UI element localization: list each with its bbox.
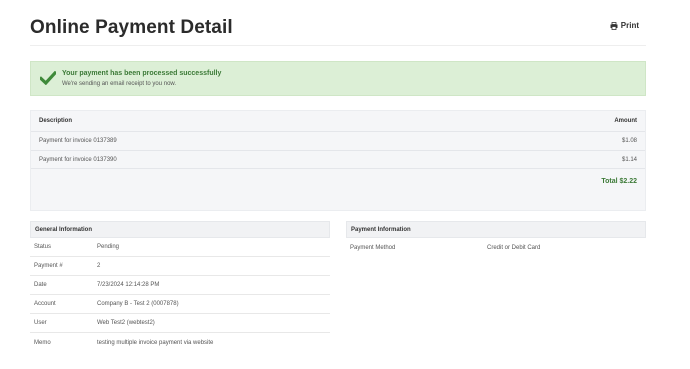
table-row: Payment for invoice 0137389 $1.08 bbox=[31, 131, 645, 150]
print-label: Print bbox=[620, 21, 639, 30]
info-label: Payment Method bbox=[350, 244, 396, 251]
info-row-user: User Web Test2 (webtest2) bbox=[30, 314, 330, 333]
info-row-payment-number: Payment # 2 bbox=[30, 257, 330, 276]
info-row-date: Date 7/23/2024 12:14:28 PM bbox=[30, 276, 330, 295]
info-value: Web Test2 (webtest2) bbox=[97, 320, 155, 326]
info-value: Company B - Test 2 (0007878) bbox=[97, 301, 179, 307]
printer-icon bbox=[610, 21, 618, 30]
page-title: Online Payment Detail bbox=[30, 17, 233, 38]
info-label: Date bbox=[34, 282, 47, 288]
checkmark-icon bbox=[38, 70, 58, 90]
invoice-amount: $1.14 bbox=[621, 156, 637, 163]
info-value: 7/23/2024 12:14:28 PM bbox=[97, 282, 160, 288]
info-label: Payment # bbox=[34, 263, 63, 269]
info-label: Account bbox=[34, 301, 56, 307]
title-divider bbox=[30, 45, 646, 46]
description-column-header: Description bbox=[39, 118, 73, 124]
info-row-status: Status Pending bbox=[30, 238, 330, 257]
invoice-table: Description Amount Payment for invoice 0… bbox=[30, 110, 646, 211]
invoice-total: Total $2.22 bbox=[601, 178, 637, 185]
table-row: Payment for invoice 0137390 $1.14 bbox=[31, 150, 645, 169]
info-row-payment-method: Payment Method Credit or Debit Card bbox=[346, 238, 646, 257]
info-label: Status bbox=[34, 244, 52, 250]
amount-column-header: Amount bbox=[614, 118, 637, 124]
alert-message: We're sending an email receipt to you no… bbox=[62, 81, 177, 87]
info-label: Memo bbox=[34, 339, 51, 346]
invoice-description: Payment for invoice 0137389 bbox=[39, 138, 117, 144]
info-value: Pending bbox=[97, 244, 120, 250]
info-value: Credit or Debit Card bbox=[487, 244, 541, 251]
info-label: User bbox=[34, 320, 47, 326]
alert-title: Your payment has been processed successf… bbox=[62, 70, 222, 77]
info-value: testing multiple invoice payment via web… bbox=[97, 339, 214, 346]
info-value: 2 bbox=[97, 263, 101, 269]
print-button[interactable]: Print bbox=[610, 21, 639, 30]
payment-information-panel: Payment Information Payment Method Credi… bbox=[346, 221, 646, 257]
general-information-header: General Information bbox=[30, 221, 330, 238]
invoice-table-header: Description Amount bbox=[31, 111, 645, 131]
success-alert: Your payment has been processed successf… bbox=[30, 61, 646, 96]
invoice-amount: $1.08 bbox=[621, 138, 637, 144]
general-information-panel: General Information Status Pending Payme… bbox=[30, 221, 330, 352]
invoice-description: Payment for invoice 0137390 bbox=[39, 156, 117, 163]
info-row-account: Account Company B - Test 2 (0007878) bbox=[30, 295, 330, 314]
info-row-memo: Memo testing multiple invoice payment vi… bbox=[30, 333, 330, 352]
payment-information-header: Payment Information bbox=[346, 221, 646, 238]
